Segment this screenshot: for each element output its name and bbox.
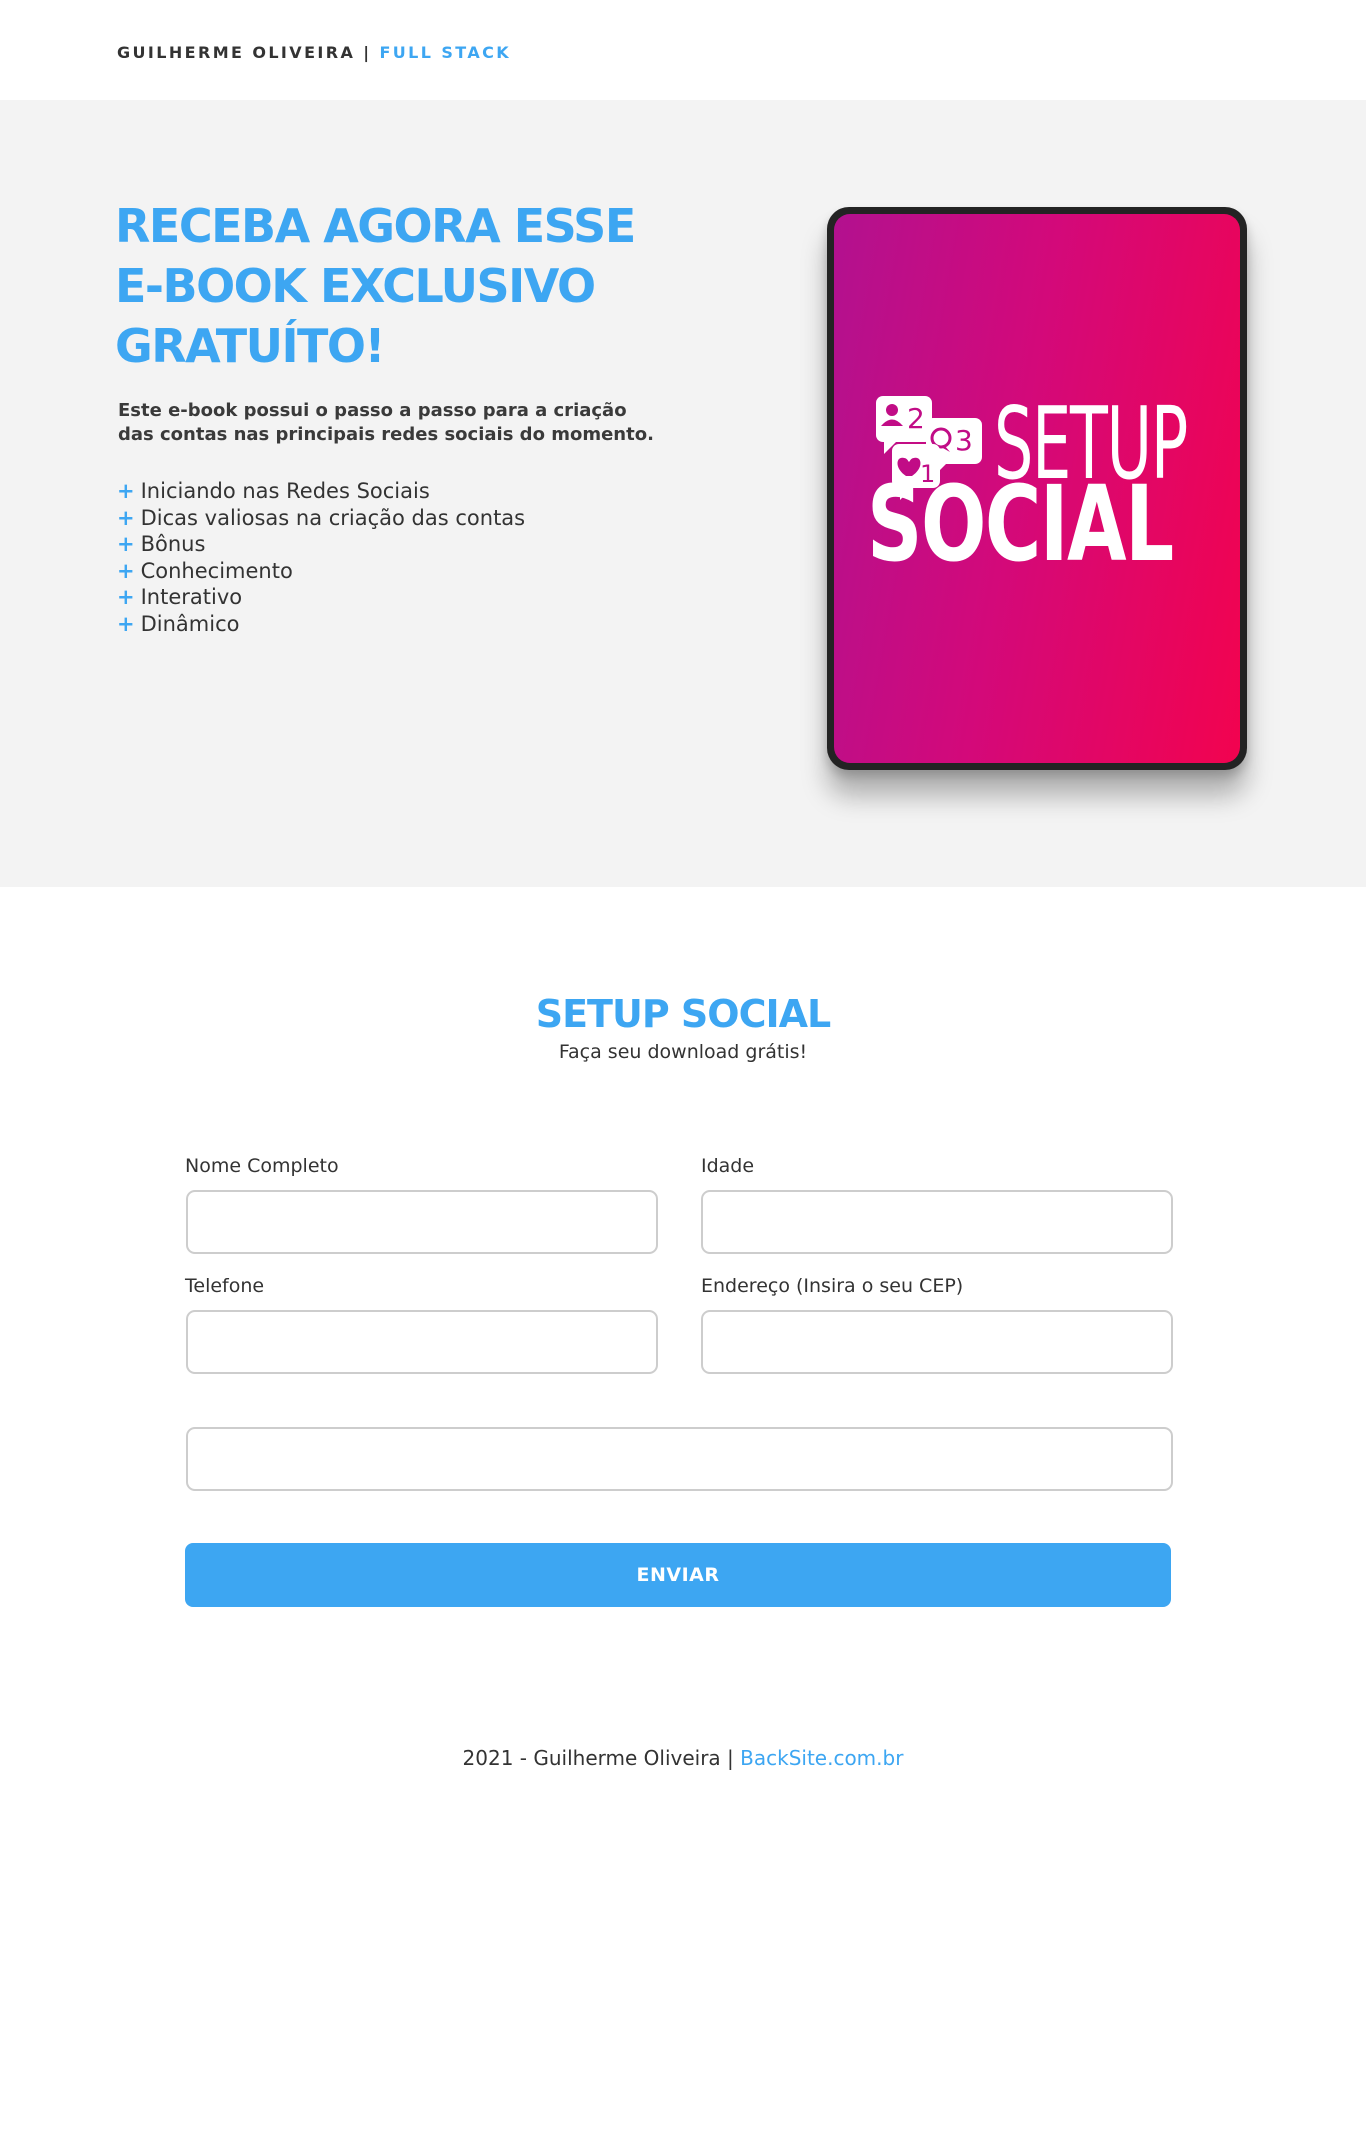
footer-link[interactable]: BackSite.com.br bbox=[740, 1746, 903, 1770]
feature-item: + Bônus bbox=[117, 531, 525, 558]
phone-input[interactable] bbox=[186, 1310, 658, 1374]
feature-item: + Dicas valiosas na criação das contas bbox=[117, 505, 525, 532]
feature-label: Bônus bbox=[140, 532, 206, 556]
feature-item: + Conhecimento bbox=[117, 558, 525, 585]
footer: 2021 - Guilherme Oliveira | BackSite.com… bbox=[0, 1745, 1366, 1771]
feature-label: Interativo bbox=[140, 585, 243, 609]
badge-followers-count: 2 bbox=[907, 402, 925, 435]
feature-item: + Interativo bbox=[117, 584, 525, 611]
full-name-input[interactable] bbox=[186, 1190, 658, 1254]
brand-separator: | bbox=[355, 43, 380, 62]
hero-description: Este e-book possui o passo a passo para … bbox=[118, 399, 678, 447]
hero-description-line: Este e-book possui o passo a passo para … bbox=[118, 400, 627, 421]
hero-title: RECEBA AGORA ESSE E-BOOK EXCLUSIVO GRATU… bbox=[115, 196, 735, 376]
plus-icon: + bbox=[117, 558, 135, 583]
site-brand[interactable]: GUILHERME OLIVEIRA | FULL STACK bbox=[117, 43, 511, 62]
hero-title-line: GRATUÍTO! bbox=[115, 319, 386, 373]
form-section-title: SETUP SOCIAL bbox=[535, 992, 832, 1036]
ebook-cover: 2 3 1 SETUP SOCIAL bbox=[834, 214, 1240, 763]
badge-comments-count: 3 bbox=[955, 424, 973, 457]
plus-icon: + bbox=[117, 611, 135, 636]
address-input[interactable] bbox=[186, 1427, 1173, 1491]
hero-title-line: RECEBA AGORA ESSE bbox=[115, 199, 636, 253]
hero-title-line: E-BOOK EXCLUSIVO bbox=[115, 259, 596, 313]
brand-name: GUILHERME OLIVEIRA bbox=[117, 43, 356, 62]
cep-input[interactable] bbox=[701, 1310, 1173, 1374]
form-section-subtitle: Faça seu download grátis! bbox=[558, 1041, 808, 1063]
hero-description-line: das contas nas principais redes sociais … bbox=[118, 424, 654, 445]
submit-button[interactable]: ENVIAR bbox=[185, 1543, 1171, 1607]
feature-label: Dicas valiosas na criação das contas bbox=[140, 505, 526, 530]
feature-item: + Dinâmico bbox=[117, 611, 525, 638]
feature-item: + Iniciando nas Redes Sociais bbox=[117, 478, 525, 505]
plus-icon: + bbox=[117, 479, 135, 503]
plus-icon: + bbox=[117, 532, 135, 556]
cep-label: Endereço (Insira o seu CEP) bbox=[701, 1275, 964, 1297]
full-name-label: Nome Completo bbox=[185, 1155, 339, 1177]
feature-label: Dinâmico bbox=[140, 611, 240, 636]
age-label: Idade bbox=[701, 1155, 755, 1177]
footer-text: 2021 - Guilherme Oliveira | bbox=[462, 1746, 741, 1770]
top-bar: GUILHERME OLIVEIRA | FULL STACK bbox=[0, 0, 1366, 100]
phone-label: Telefone bbox=[185, 1275, 265, 1297]
cover-word-social: SOCIAL bbox=[867, 463, 1174, 585]
age-input[interactable] bbox=[701, 1190, 1173, 1254]
feature-list: + Iniciando nas Redes Sociais + Dicas vali… bbox=[117, 478, 525, 637]
feature-label: Conhecimento bbox=[140, 558, 293, 583]
plus-icon: + bbox=[117, 585, 135, 609]
hero-section: RECEBA AGORA ESSE E-BOOK EXCLUSIVO GRATU… bbox=[0, 100, 1366, 887]
feature-label: Iniciando nas Redes Sociais bbox=[140, 479, 430, 503]
brand-role: FULL STACK bbox=[379, 43, 512, 62]
plus-icon: + bbox=[117, 505, 135, 530]
ebook-tablet-image: 2 3 1 SETUP SOCIAL bbox=[827, 207, 1247, 770]
